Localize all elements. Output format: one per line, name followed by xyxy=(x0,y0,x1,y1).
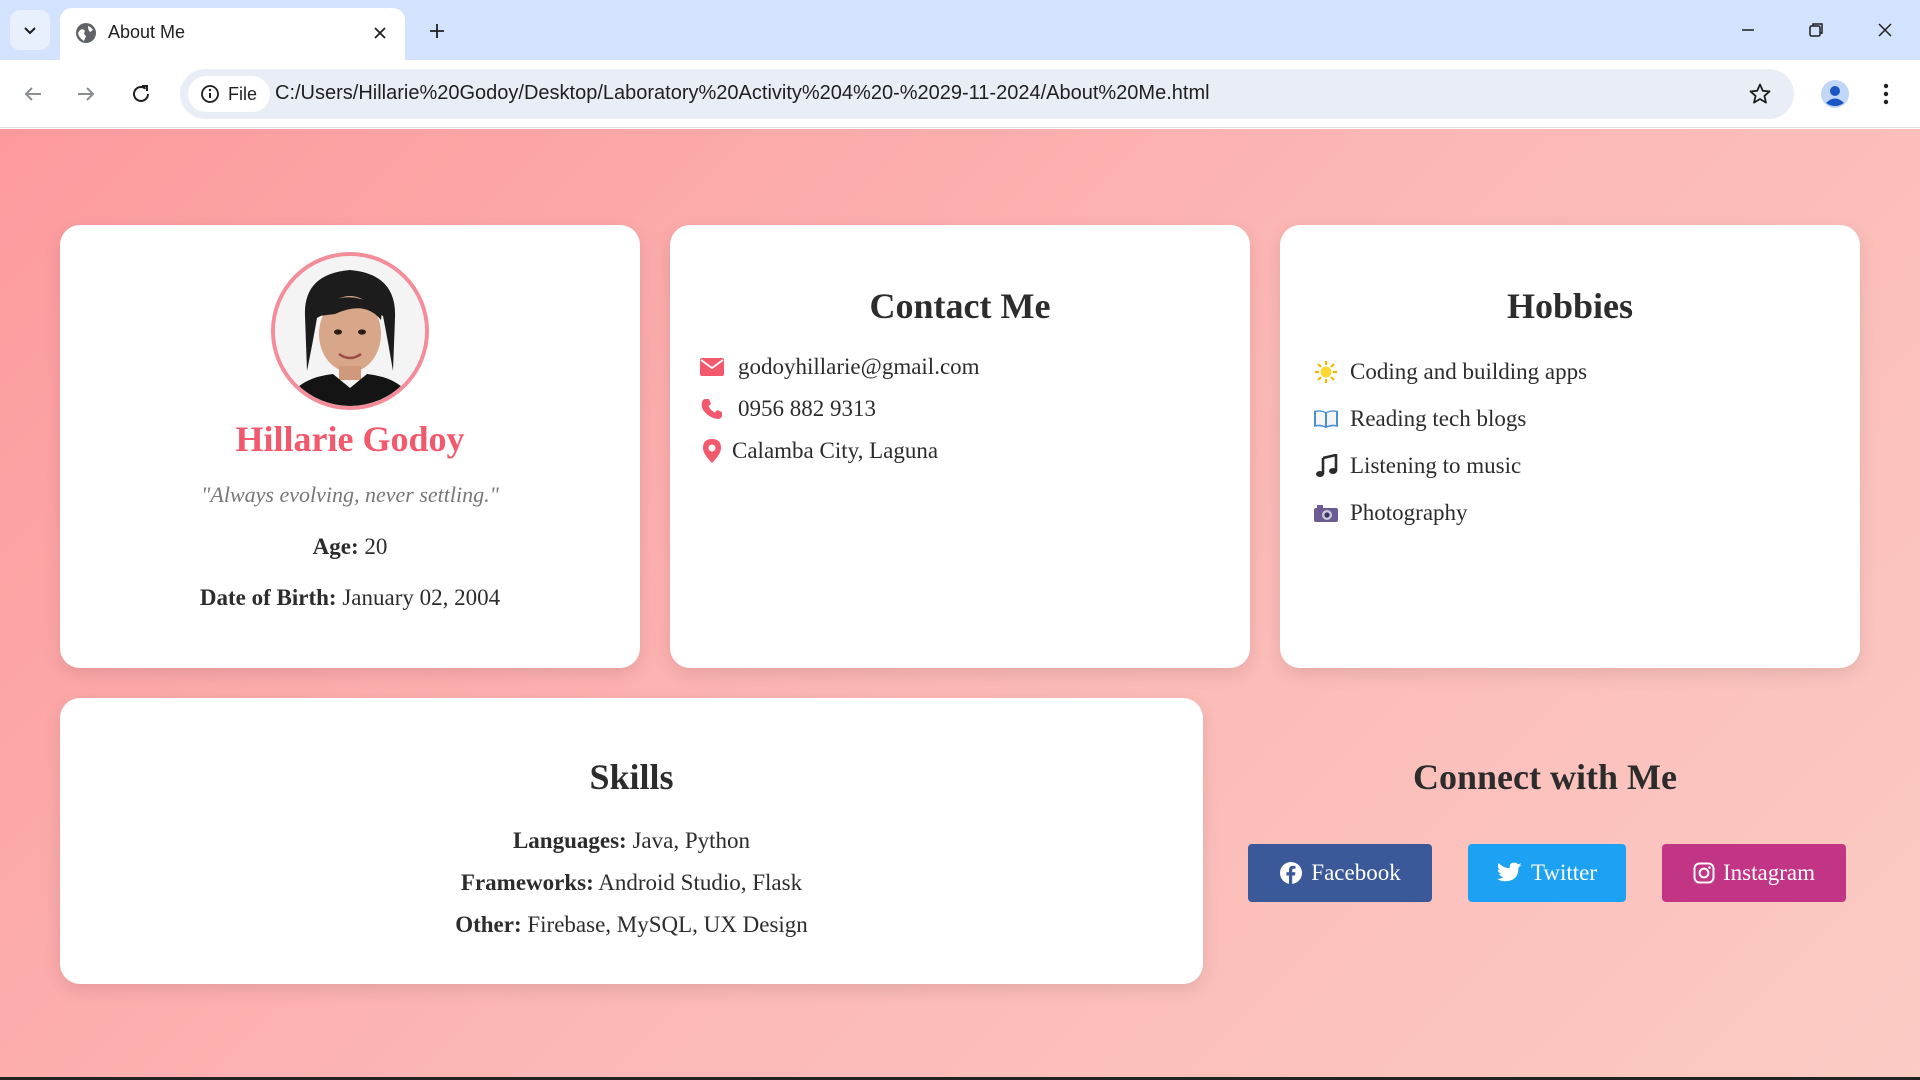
hobby-text: Photography xyxy=(1350,500,1468,525)
browser-menu-button[interactable] xyxy=(1868,74,1904,114)
hobby-item: Photography xyxy=(1312,499,1468,527)
skill-other: Other: Firebase, MySQL, UX Design xyxy=(60,912,1203,938)
tab-about-me[interactable]: About Me xyxy=(60,8,405,60)
profile-quote: "Always evolving, never settling." xyxy=(201,482,499,507)
skill-value: Android Studio, Flask xyxy=(598,870,803,895)
sun-icon xyxy=(1312,358,1340,386)
contact-location-text: Calamba City, Laguna xyxy=(732,438,939,463)
skill-label: Other: xyxy=(455,912,522,937)
minimize-icon xyxy=(1742,29,1754,31)
url-text[interactable]: C:/Users/Hillarie%20Godoy/Desktop/Labora… xyxy=(275,82,1210,105)
facebook-button[interactable]: Facebook xyxy=(1248,844,1432,902)
age-value: 20 xyxy=(364,534,388,559)
hobbies-title: Hobbies xyxy=(1506,286,1634,326)
contact-card: Contact Me godoyhillarie@gmail.com 0956 … xyxy=(670,225,1250,668)
contact-title: Contact Me xyxy=(869,286,1051,326)
browser-tab-strip: About Me xyxy=(0,0,1920,60)
instagram-icon xyxy=(1693,862,1715,884)
bookmark-button[interactable] xyxy=(1744,78,1776,110)
profile-card: Hillarie Godoy "Always evolving, never s… xyxy=(60,225,640,668)
twitter-icon xyxy=(1496,862,1522,882)
about-me-page: Hillarie Godoy "Always evolving, never s… xyxy=(0,129,1920,1080)
arrow-right-icon xyxy=(78,87,95,101)
dob-label: Date of Birth: xyxy=(199,585,337,610)
instagram-label: Instagram xyxy=(1723,860,1815,885)
profile-photo xyxy=(271,252,429,410)
dob-value: January 02, 2004 xyxy=(342,585,501,610)
contact-location: Calamba City, Laguna xyxy=(698,437,938,465)
site-info-chip[interactable]: File xyxy=(188,76,270,112)
hobby-item: Reading tech blogs xyxy=(1312,405,1526,433)
phone-icon xyxy=(698,395,726,423)
arrow-left-icon xyxy=(24,87,41,101)
chevron-down-icon xyxy=(24,27,36,35)
connect-title: Connect with Me xyxy=(1413,757,1677,797)
hobby-text: Reading tech blogs xyxy=(1350,406,1527,431)
location-pin-icon xyxy=(698,437,726,465)
camera-icon xyxy=(1312,499,1340,527)
close-icon xyxy=(1878,23,1892,37)
hobbies-card: Hobbies Coding and building apps Reading… xyxy=(1280,225,1860,668)
facebook-icon xyxy=(1280,862,1303,885)
reload-button[interactable] xyxy=(121,74,161,114)
facebook-label: Facebook xyxy=(1311,860,1401,885)
skill-frameworks: Frameworks: Android Studio, Flask xyxy=(60,870,1203,896)
dob-line: Date of Birth: January 02, 2004 xyxy=(60,585,640,611)
skill-label: Frameworks: xyxy=(460,870,594,895)
contact-email: godoyhillarie@gmail.com xyxy=(698,353,980,381)
restore-icon xyxy=(1809,23,1823,37)
hobby-item: Coding and building apps xyxy=(1312,358,1587,386)
plus-icon xyxy=(430,24,444,38)
hobby-text: Coding and building apps xyxy=(1350,359,1588,384)
age-line: Age: 20 xyxy=(60,534,640,560)
forward-button[interactable] xyxy=(66,74,106,114)
info-icon xyxy=(201,85,219,103)
close-window-button[interactable] xyxy=(1861,12,1909,48)
skill-value: Firebase, MySQL, UX Design xyxy=(527,912,808,937)
hobby-item: Listening to music xyxy=(1312,452,1521,480)
restore-button[interactable] xyxy=(1792,12,1840,48)
hobby-text: Listening to music xyxy=(1350,453,1522,478)
twitter-button[interactable]: Twitter xyxy=(1468,844,1626,902)
contact-email-text: godoyhillarie@gmail.com xyxy=(738,354,980,379)
profile-avatar-icon xyxy=(1821,80,1849,108)
instagram-button[interactable]: Instagram xyxy=(1662,844,1846,902)
new-tab-button[interactable] xyxy=(420,14,454,48)
close-icon xyxy=(374,27,386,39)
back-button[interactable] xyxy=(13,74,53,114)
profile-name: Hillarie Godoy xyxy=(235,419,465,459)
tab-close-button[interactable] xyxy=(367,20,393,46)
more-vertical-icon xyxy=(1883,83,1889,105)
twitter-label: Twitter xyxy=(1530,860,1598,885)
site-chip-label: File xyxy=(228,83,258,104)
tab-search-button[interactable] xyxy=(10,10,50,50)
skill-value: Java, Python xyxy=(632,828,751,853)
age-label: Age: xyxy=(312,534,359,559)
browser-toolbar: File C:/Users/Hillarie%20Godoy/Desktop/L… xyxy=(0,60,1920,128)
profile-button[interactable] xyxy=(1815,74,1855,114)
skill-label: Languages: xyxy=(512,828,627,853)
contact-phone-text: 0956 882 9313 xyxy=(738,396,876,421)
reload-icon xyxy=(133,85,149,102)
envelope-icon xyxy=(698,353,726,381)
minimize-button[interactable] xyxy=(1724,12,1772,48)
skills-title: Skills xyxy=(589,757,674,797)
skill-languages: Languages: Java, Python xyxy=(60,828,1203,854)
address-bar[interactable]: File C:/Users/Hillarie%20Godoy/Desktop/L… xyxy=(180,69,1794,119)
open-book-icon xyxy=(1312,405,1340,433)
star-icon xyxy=(1749,83,1771,104)
skills-card: Skills Languages: Java, Python Framework… xyxy=(60,698,1203,984)
contact-phone: 0956 882 9313 xyxy=(698,395,876,423)
globe-icon xyxy=(76,23,96,43)
tab-title: About Me xyxy=(108,22,186,42)
music-note-icon xyxy=(1312,452,1340,480)
